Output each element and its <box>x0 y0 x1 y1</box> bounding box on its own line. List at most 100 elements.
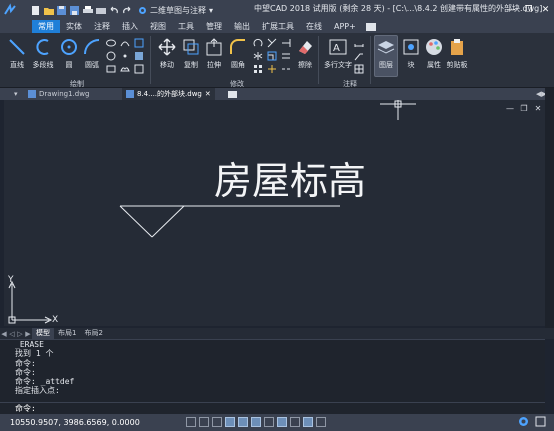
properties-button[interactable]: 属性 <box>423 36 445 70</box>
arc-button[interactable]: 圆弧 <box>81 36 103 70</box>
gear-icon[interactable] <box>518 416 529 427</box>
redo-icon[interactable] <box>121 5 132 16</box>
tab-annotate[interactable]: 注释 <box>88 20 116 33</box>
minimize-button[interactable]: — <box>503 0 520 20</box>
scale-icon[interactable] <box>267 51 277 61</box>
mtext-button[interactable]: A 多行文字 <box>324 36 352 70</box>
block-button[interactable]: 块 <box>400 36 422 70</box>
region-icon[interactable] <box>134 51 144 61</box>
tab-view[interactable]: 视图 <box>144 20 172 33</box>
tab-home[interactable]: 常用 <box>32 20 60 33</box>
table-icon[interactable] <box>354 64 364 74</box>
prev-layout-icon[interactable]: ◁ <box>8 330 16 338</box>
spline-icon[interactable] <box>120 38 130 48</box>
ellipse-icon[interactable] <box>106 38 116 48</box>
tab-model[interactable]: 模型 <box>32 328 54 339</box>
tab-tools[interactable]: 工具 <box>172 20 200 33</box>
tab-layout2[interactable]: 布局2 <box>80 328 106 339</box>
quick-access-toolbar <box>30 5 132 16</box>
array-icon[interactable] <box>253 64 263 74</box>
copy-button[interactable]: 复制 <box>180 36 202 70</box>
circle-button[interactable]: 圆 <box>58 36 80 70</box>
next-layout-icon[interactable]: ▷ <box>16 330 24 338</box>
transparency-toggle[interactable] <box>290 417 300 427</box>
hatch-icon[interactable] <box>134 38 144 48</box>
plot-icon[interactable] <box>95 5 106 16</box>
close-icon[interactable]: ✕ <box>205 90 211 98</box>
eraser-icon <box>294 36 316 58</box>
drawing-window-controls: — ❐ ✕ <box>506 104 542 113</box>
fullscreen-icon[interactable] <box>535 416 546 427</box>
command-input[interactable]: 命令: <box>0 402 545 414</box>
mirror-icon[interactable] <box>253 51 263 61</box>
fillet-button[interactable]: 圆角 <box>227 36 249 70</box>
tab-insert[interactable]: 插入 <box>116 20 144 33</box>
stretch-button[interactable]: 拉伸 <box>203 36 225 70</box>
dimension-icon[interactable] <box>354 38 364 48</box>
snap-toggle[interactable] <box>186 417 196 427</box>
clipboard-button[interactable]: 剪贴板 <box>446 36 468 70</box>
attribute-text[interactable]: 房屋标高 <box>214 150 366 205</box>
line-button[interactable]: 直线 <box>6 36 28 70</box>
extend-icon[interactable] <box>281 38 291 48</box>
arc-label: 圆弧 <box>85 61 99 69</box>
lineweight-toggle[interactable] <box>277 417 287 427</box>
rotate-icon[interactable] <box>253 38 263 48</box>
annotation-monitor-toggle[interactable] <box>316 417 326 427</box>
tab-layout1[interactable]: 布局1 <box>54 328 80 339</box>
open-folder-icon[interactable] <box>43 5 54 16</box>
command-window: _ERASE 找到 1 个 命令: 命令: 命令: _attdef 指定插入点:… <box>0 339 545 414</box>
tab-manage[interactable]: 管理 <box>200 20 228 33</box>
erase-button[interactable]: 擦除 <box>294 36 316 70</box>
drawing-close-button[interactable]: ✕ <box>534 104 542 113</box>
offset-icon[interactable] <box>281 51 291 61</box>
print-icon[interactable] <box>82 5 93 16</box>
wipeout-icon[interactable] <box>134 64 144 74</box>
revcloud-icon[interactable] <box>120 64 130 74</box>
leader-icon[interactable] <box>354 51 364 61</box>
ribbon-toggle-icon[interactable] <box>365 23 376 31</box>
last-layout-icon[interactable]: ▶ <box>24 330 32 338</box>
doc-tab-active[interactable]: 8.4....的外部块.dwg ✕ <box>122 88 215 100</box>
grid-toggle[interactable] <box>199 417 209 427</box>
dyn-toggle[interactable] <box>264 417 274 427</box>
polyline-button[interactable]: 多段线 <box>32 36 54 70</box>
block-label: 块 <box>407 61 415 69</box>
save-icon[interactable] <box>56 5 67 16</box>
osnap-toggle[interactable] <box>238 417 248 427</box>
tab-express-tools[interactable]: 扩展工具 <box>256 20 300 33</box>
selection-cycling-toggle[interactable] <box>303 417 313 427</box>
drawing-restore-button[interactable]: ❐ <box>520 104 528 113</box>
layers-button[interactable]: 图层 <box>374 35 398 77</box>
restore-button[interactable]: ❐ <box>520 0 537 20</box>
rectangle-icon[interactable] <box>106 64 116 74</box>
undo-icon[interactable] <box>108 5 119 16</box>
fillet-label: 圆角 <box>231 61 245 69</box>
doc-menu-icon[interactable]: ▾ <box>10 88 22 100</box>
ortho-toggle[interactable] <box>212 417 222 427</box>
tab-online[interactable]: 在线 <box>300 20 328 33</box>
new-file-icon[interactable] <box>30 5 41 16</box>
tab-solid[interactable]: 实体 <box>60 20 88 33</box>
otrack-toggle[interactable] <box>251 417 261 427</box>
drawing-canvas[interactable]: 房屋标高 Y X <box>4 100 545 326</box>
drawing-minimize-button[interactable]: — <box>506 104 514 113</box>
tab-output[interactable]: 输出 <box>228 20 256 33</box>
break-icon[interactable] <box>281 64 291 74</box>
explode-icon[interactable] <box>267 64 277 74</box>
point-icon[interactable] <box>120 51 130 61</box>
polar-toggle[interactable] <box>225 417 235 427</box>
polyline-icon <box>32 36 54 58</box>
move-button[interactable]: 移动 <box>156 36 178 70</box>
workspace-selector[interactable]: 二维草图与注释 ▾ <box>138 5 213 16</box>
doc-tab-drawing1[interactable]: Drawing1.dwg <box>24 88 93 100</box>
first-layout-icon[interactable]: ◀ <box>0 330 8 338</box>
new-tab-icon[interactable] <box>224 88 241 100</box>
close-button[interactable]: ✕ <box>537 0 554 20</box>
trim-icon[interactable] <box>267 38 277 48</box>
tab-app-plus[interactable]: APP+ <box>328 20 362 33</box>
app-logo-icon[interactable] <box>0 0 20 20</box>
vertical-scrollbar[interactable] <box>545 88 554 329</box>
donut-icon[interactable] <box>106 51 116 61</box>
save-as-icon[interactable] <box>69 5 80 16</box>
